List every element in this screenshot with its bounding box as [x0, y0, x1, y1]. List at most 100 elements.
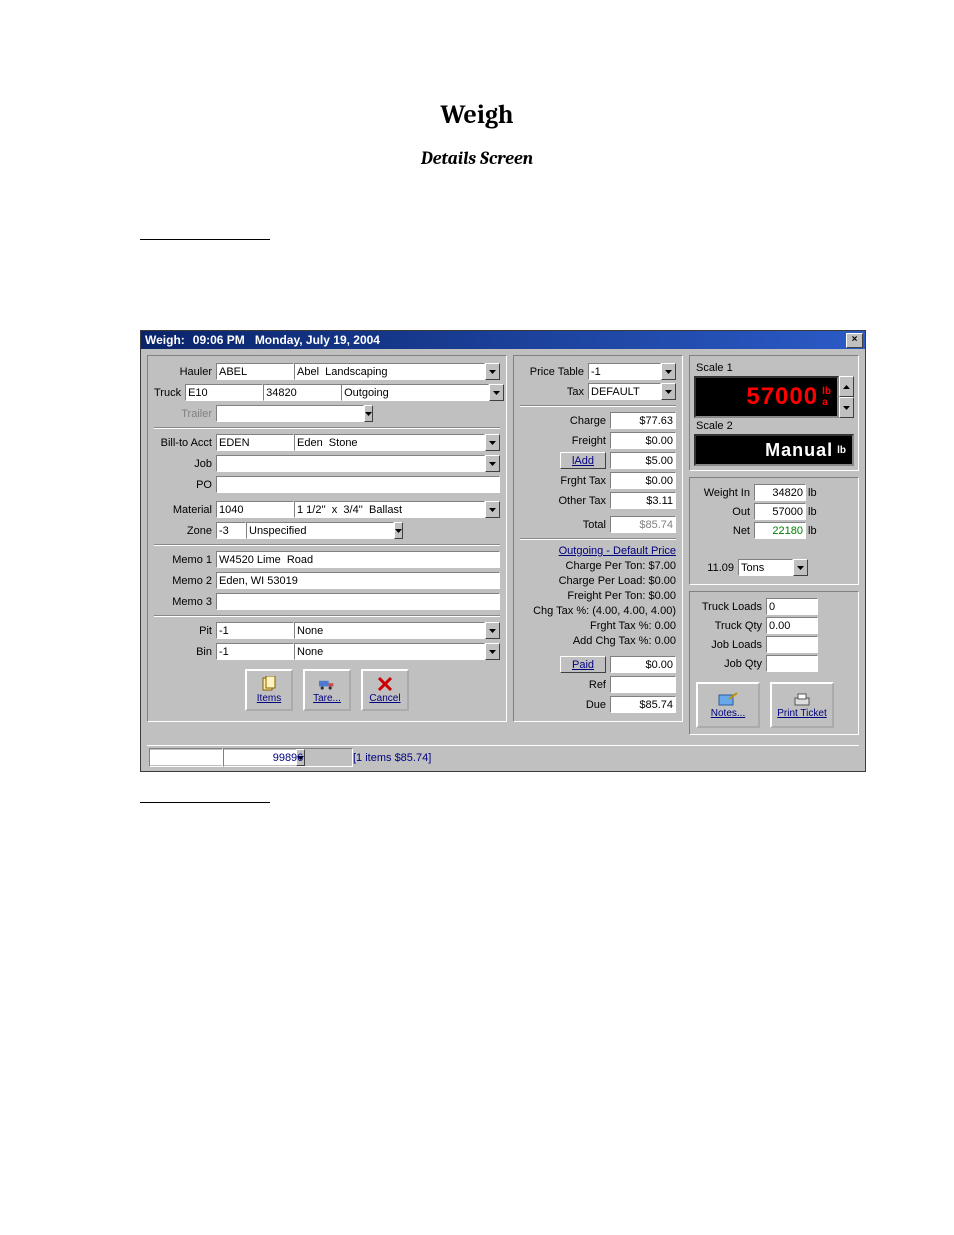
po-label: PO [154, 479, 212, 491]
weightout-unit: lb [808, 506, 817, 518]
pit-dropdown[interactable] [485, 622, 500, 639]
truck-dir-input[interactable] [341, 384, 489, 401]
notes-button-label: Notes... [711, 708, 745, 719]
ref-value[interactable] [610, 676, 676, 693]
pricetable-input[interactable] [588, 363, 661, 380]
bin-label: Bin [154, 646, 212, 658]
weightnet-unit: lb [808, 525, 817, 537]
status-combo[interactable] [149, 748, 223, 767]
doc-title: Weigh [140, 100, 814, 130]
close-button[interactable]: × [846, 333, 863, 348]
zone-code-input[interactable] [216, 522, 246, 539]
memo1-label: Memo 1 [154, 554, 212, 566]
billto-code-input[interactable] [216, 434, 294, 451]
memo3-input[interactable] [216, 593, 500, 610]
tax-dropdown[interactable] [661, 383, 676, 400]
bin-code-input[interactable] [216, 643, 294, 660]
frghttax-value[interactable] [610, 472, 676, 489]
job-label: Job [154, 458, 212, 470]
printticket-button-label: Print Ticket [777, 708, 826, 719]
zone-name-input[interactable] [246, 522, 394, 539]
zone-dropdown[interactable] [394, 522, 403, 539]
tare-button-label: Tare... [313, 693, 341, 704]
frght-tax-pct: Frght Tax %: 0.00 [520, 619, 676, 634]
jobqty-label: Job Qty [696, 658, 762, 670]
items-icon [261, 676, 277, 692]
cancel-button[interactable]: Cancel [361, 669, 409, 711]
hauler-dropdown[interactable] [485, 363, 500, 380]
tons-unit-dropdown[interactable] [793, 559, 808, 576]
tax-input[interactable] [588, 383, 661, 400]
weightin-value[interactable] [754, 484, 806, 501]
jobqty-value[interactable] [766, 655, 818, 672]
titlebar: Weigh: 09:06 PM Monday, July 19, 2004 × [141, 331, 865, 349]
weightout-value[interactable] [754, 503, 806, 520]
memo3-label: Memo 3 [154, 596, 212, 608]
billto-dropdown[interactable] [485, 434, 500, 451]
billto-name-input[interactable] [294, 434, 485, 451]
hauler-name-input[interactable] [294, 363, 485, 380]
tare-button[interactable]: Tare... [303, 669, 351, 711]
scale-spin-down[interactable] [839, 397, 854, 418]
scale1-unit-lb: lb [822, 386, 831, 397]
add-chg-tax-pct: Add Chg Tax %: 0.00 [520, 634, 676, 649]
tons-unit-input[interactable] [738, 559, 793, 576]
memo1-input[interactable] [216, 551, 500, 568]
material-label: Material [154, 504, 212, 516]
notes-button[interactable]: Notes... [696, 682, 760, 728]
ref-label: Ref [520, 679, 606, 691]
status-ticket-number: 99896 [223, 748, 353, 767]
addl-value[interactable] [610, 452, 676, 469]
pit-code-input[interactable] [216, 622, 294, 639]
truckqty-value[interactable] [766, 617, 818, 634]
memo2-input[interactable] [216, 572, 500, 589]
bin-name-input[interactable] [294, 643, 485, 660]
weigh-window: Weigh: 09:06 PM Monday, July 19, 2004 × … [140, 330, 866, 772]
charge-value[interactable] [610, 412, 676, 429]
weightin-unit: lb [808, 487, 817, 499]
addl-button[interactable]: lAdd [560, 452, 606, 469]
material-dropdown[interactable] [485, 501, 500, 518]
charge-per-ton: Charge Per Ton: $7.00 [520, 559, 676, 574]
bin-dropdown[interactable] [485, 643, 500, 660]
truck-code-input[interactable] [185, 384, 263, 401]
jobloads-label: Job Loads [696, 639, 762, 651]
trailer-dropdown[interactable] [364, 405, 373, 422]
chg-tax-pct: Chg Tax %: (4.00, 4.00, 4.00) [520, 604, 676, 619]
pricing-header-link[interactable]: Outgoing - Default Price [520, 544, 676, 559]
weightnet-value [754, 522, 806, 539]
job-input[interactable] [216, 455, 485, 472]
trailer-input[interactable] [216, 405, 364, 422]
pit-name-input[interactable] [294, 622, 485, 639]
frghttax-label: Frght Tax [520, 475, 606, 487]
othertax-value[interactable] [610, 492, 676, 509]
scale1-value: 57000 [746, 383, 818, 411]
po-input[interactable] [216, 476, 500, 493]
paid-value[interactable] [610, 656, 676, 673]
material-name-input[interactable] [294, 501, 485, 518]
due-value [610, 696, 676, 713]
hauler-code-input[interactable] [216, 363, 294, 380]
status-items-summary: [1 items $85.74] [353, 752, 707, 764]
truckloads-label: Truck Loads [696, 601, 762, 613]
scale-spin-up[interactable] [839, 376, 854, 397]
job-dropdown[interactable] [485, 455, 500, 472]
truck-dir-dropdown[interactable] [489, 384, 504, 401]
title-caption: Weigh: [145, 333, 185, 347]
charge-per-load: Charge Per Load: $0.00 [520, 574, 676, 589]
total-value [610, 516, 676, 533]
charge-label: Charge [520, 415, 606, 427]
notes-icon [718, 692, 738, 708]
material-code-input[interactable] [216, 501, 294, 518]
trailer-label: Trailer [154, 408, 212, 420]
scale1-unit-a: a [822, 397, 831, 408]
pricetable-dropdown[interactable] [661, 363, 676, 380]
truckloads-value[interactable] [766, 598, 818, 615]
hauler-label: Hauler [154, 366, 212, 378]
items-button[interactable]: Items [245, 669, 293, 711]
pit-label: Pit [154, 625, 212, 637]
jobloads-value[interactable] [766, 636, 818, 653]
printticket-button[interactable]: Print Ticket [770, 682, 834, 728]
paid-button[interactable]: Paid [560, 656, 606, 673]
freight-value[interactable] [610, 432, 676, 449]
